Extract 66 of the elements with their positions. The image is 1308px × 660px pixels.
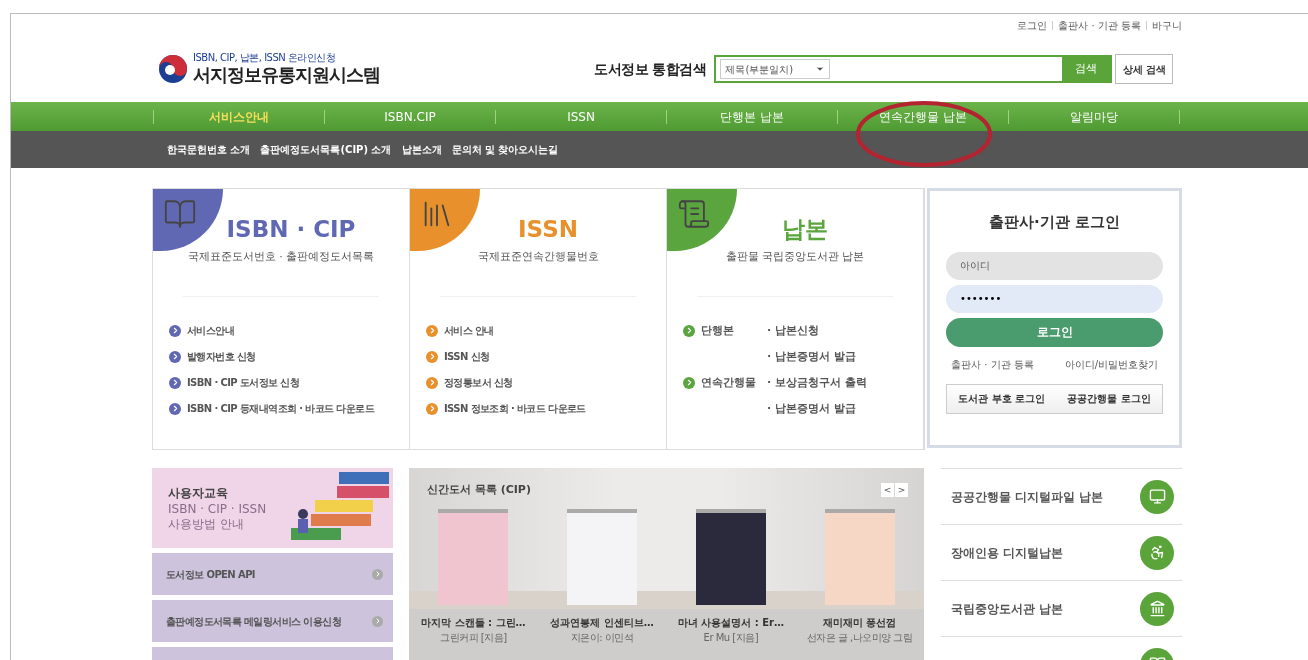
- card-title: 납본: [782, 215, 828, 244]
- logo-title: 서지정보유통지원시스템: [193, 64, 380, 86]
- book-title[interactable]: 성과연봉제 인센티브…: [550, 614, 654, 630]
- service-link[interactable]: ISBN · CIP 등재내역조회 · 바코드 다운로드: [169, 400, 409, 417]
- sub-nav-link[interactable]: 문의처 및 찾아오시는길: [451, 142, 559, 157]
- service-link[interactable]: ISSN 정보조회 · 바코드 다운로드: [426, 400, 666, 417]
- quick-link-icon: [1140, 479, 1174, 514]
- login-link[interactable]: 아이디/비밀번호찾기: [1064, 356, 1158, 372]
- quick-link-icon: [1140, 591, 1174, 626]
- top-link[interactable]: 출판사 · 기관 등록: [1058, 17, 1141, 33]
- caret-icon: [815, 64, 826, 74]
- side-link[interactable]: 출판예정도서목록 메일링서비스 이용신청: [152, 600, 393, 642]
- top-link[interactable]: 바구니: [1152, 17, 1182, 33]
- banner-title: 사용자교육: [168, 485, 229, 502]
- book-author: 선자은 글 ,나오미양 그림: [806, 631, 913, 644]
- sub-nav-link[interactable]: 한국문헌번호 소개: [167, 142, 251, 157]
- search-field[interactable]: 제목(부분일치) 검색: [714, 55, 1113, 83]
- book-author: 그린커피 [지음]: [440, 631, 507, 644]
- card-subtitle: 출판물 국립중앙도서관 납본: [725, 249, 865, 265]
- login-title: 출판사·기관 로그인: [989, 212, 1120, 233]
- book-title[interactable]: 마지막 스캔들 : 그린…: [421, 614, 526, 630]
- password-field[interactable]: •••••••: [946, 284, 1163, 313]
- card-title: ISBN · CIP: [226, 215, 356, 244]
- logo-icon: [158, 54, 188, 84]
- card-subtitle: 국제표준도서번호 · 출판예정도서목록: [187, 249, 375, 265]
- login-link[interactable]: 출판사 · 기관 등록: [951, 356, 1034, 372]
- service-link[interactable]: ISBN · CIP 도서정보 신청: [169, 374, 409, 391]
- next-button[interactable]: >: [895, 483, 908, 498]
- quick-link-icon: [1140, 535, 1174, 570]
- service-link[interactable]: 서비스안내: [169, 322, 409, 339]
- education-banner[interactable]: 사용자교육 ISBN · CIP · ISSN 사용방법 안내: [152, 468, 393, 548]
- id-field[interactable]: 아이디: [946, 251, 1163, 280]
- sub-nav-link[interactable]: 출판예정도서목록(CIP) 소개: [260, 142, 392, 157]
- service-link[interactable]: 정정통보서 신청: [426, 374, 666, 391]
- book-author: Er Mu [지음]: [703, 631, 759, 644]
- top-link[interactable]: 로그인: [1017, 17, 1048, 33]
- service-link[interactable]: · 납본증명서 발급: [767, 348, 856, 365]
- scope-dropdown[interactable]: 제목(부분일치): [720, 59, 831, 79]
- side-link[interactable]: 도서정보 OPEN API: [152, 553, 393, 595]
- banner-text: 사용방법 안내: [168, 517, 245, 532]
- service-link[interactable]: · 보상금청구서 출력: [767, 374, 867, 391]
- search-label: 도서정보 통합검색: [594, 59, 707, 79]
- service-link[interactable]: · 납본신청: [767, 322, 856, 339]
- book-title[interactable]: 마녀 사용설명서 : Er…: [677, 614, 784, 630]
- book-cover[interactable]: [695, 508, 766, 605]
- book-author: 지은이: 이민석: [570, 631, 634, 644]
- book-title[interactable]: 재미재미 풍선껌: [822, 614, 897, 630]
- quick-link[interactable]: 장애인용 디지털납본: [941, 524, 1182, 580]
- alt-login-button[interactable]: 도서관 부호 로그인: [958, 391, 1046, 406]
- service-link[interactable]: · 납본증명서 발급: [767, 400, 867, 417]
- advanced-search-button[interactable]: 상세 검색: [1115, 54, 1174, 84]
- alt-login-button[interactable]: 공공간행물 로그인: [1067, 391, 1151, 406]
- banner-text: ISBN · CIP · ISSN: [168, 502, 267, 517]
- card-title: ISSN: [518, 215, 578, 244]
- panel-title: 신간도서 목록 (CIP): [427, 482, 531, 498]
- sub-nav-link[interactable]: 납본소개: [401, 142, 442, 157]
- logo-tagline: ISBN, CIP, 납본, ISSN 온라인신청: [193, 52, 337, 64]
- service-link[interactable]: ISSN 신청: [426, 348, 666, 365]
- quick-link[interactable]: 공공간행물 디지털파일 납본: [941, 468, 1182, 524]
- prev-button[interactable]: <: [881, 483, 894, 498]
- service-link[interactable]: 발행자번호 신청: [169, 348, 409, 365]
- card-subtitle: 국제표준연속간행물번호: [477, 249, 599, 265]
- service-link[interactable]: 서비스 안내: [426, 322, 666, 339]
- group-label[interactable]: 연속간행물: [683, 374, 767, 417]
- quick-link[interactable]: 국립중앙도서관 납본: [941, 580, 1182, 636]
- group-label[interactable]: 단행본: [683, 322, 767, 365]
